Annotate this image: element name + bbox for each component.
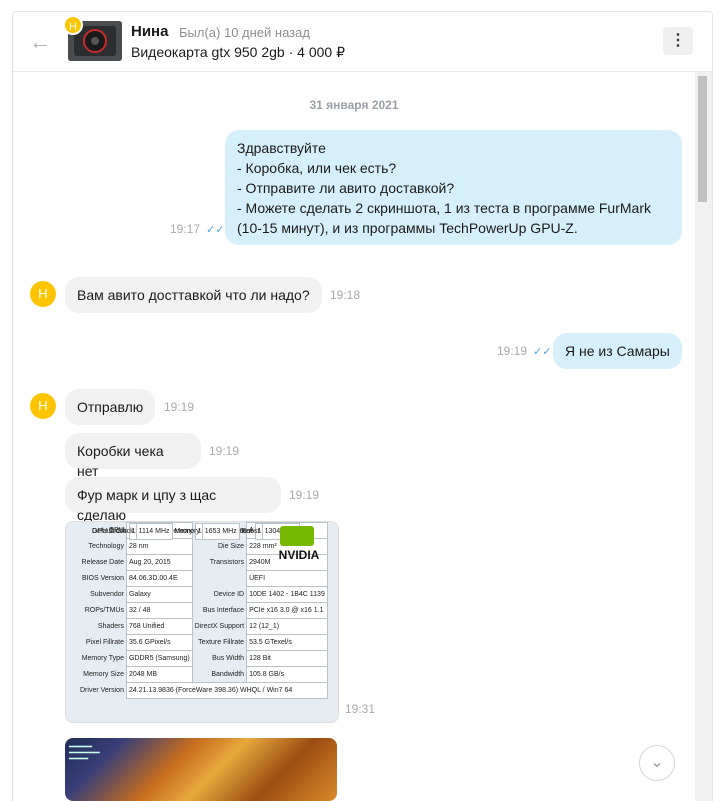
- incoming-message[interactable]: Фур марк и цпу з щас сделаю: [65, 477, 281, 523]
- chat-window: ← Н Нина Был(а) 10 дней назад Видеокарта…: [12, 11, 713, 801]
- gpuz-row: BIOS Version 84.06.3D.00.4E UEFI: [78, 570, 328, 587]
- message-list: 31 января 2021 Здравствуйте - Коробка, и…: [13, 72, 695, 801]
- seller-status: Был(а) 10 дней назад: [179, 25, 310, 40]
- gpuz-screenshot-image[interactable]: GPUGM206RevisionA1Technology28 nmDie Siz…: [65, 521, 339, 723]
- message-time: 19:19: [497, 344, 528, 358]
- gpuz-row: Driver Version 24.21.13.9836 (ForceWare 3…: [78, 682, 328, 699]
- nvidia-logo: NVIDIA: [272, 526, 326, 562]
- more-menu-button[interactable]: ⋮: [663, 27, 693, 55]
- sender-avatar[interactable]: Н: [30, 281, 56, 307]
- outgoing-message[interactable]: Здравствуйте - Коробка, или чек есть? - …: [225, 130, 682, 245]
- furmark-overlay-text: ▂▂▂▂▂▂ ▂▂▂▂▂▂▂▂ ▂▂▂▂▂: [69, 742, 100, 760]
- gpuz-clock-row: GPU Clock1114 MHzMemory1653 MHzBoost1304…: [78, 522, 327, 715]
- item-title-price[interactable]: Видеокарта gtx 950 2gb · 4 000 ₽: [131, 44, 345, 61]
- incoming-message[interactable]: Отправлю: [65, 389, 155, 425]
- message-time: 19:19: [209, 444, 240, 458]
- message-time: 19:19: [164, 400, 195, 414]
- gpuz-row: Memory Type GDDR5 (Samsung) Bus Width 128 B…: [78, 650, 328, 667]
- chat-header: ← Н Нина Был(а) 10 дней назад Видеокарта…: [13, 12, 712, 72]
- scroll-down-button[interactable]: ⌄: [639, 745, 675, 781]
- gpuz-row: Subvendor Galaxy Device ID 10DE 1402 - 1B4C…: [78, 586, 328, 603]
- sender-avatar[interactable]: Н: [30, 393, 56, 419]
- message-time: 19:17: [170, 222, 201, 236]
- outgoing-message[interactable]: Я не из Самары: [553, 333, 682, 369]
- message-time: 19:18: [330, 288, 361, 302]
- incoming-message[interactable]: Вам авито досттавкой что ли надо?: [65, 277, 322, 313]
- furmark-screenshot-image[interactable]: ▂▂▂▂▂▂ ▂▂▂▂▂▂▂▂ ▂▂▂▂▂: [65, 738, 337, 801]
- message-time: 19:19: [289, 488, 320, 502]
- scrollbar[interactable]: [695, 72, 712, 801]
- read-check-icon: ✓✓: [206, 224, 225, 236]
- gpuz-row: Memory Size 2048 MB Bandwidth 105.8 GB/s: [78, 666, 328, 683]
- seller-name[interactable]: Нина: [131, 23, 168, 40]
- message-time: 19:31: [345, 702, 376, 716]
- gpuz-row: ROPs/TMUs 32 / 48 Bus Interface PCIe x16 3.…: [78, 602, 328, 619]
- gpuz-row: Pixel Fillrate 35.6 GPixel/s Texture Fillr…: [78, 634, 328, 651]
- back-arrow-icon[interactable]: ←: [27, 29, 53, 55]
- gpuz-clock-row: Default Clock 1114 MHz Memory 1653 MHz Boost…: [78, 522, 327, 722]
- read-check-icon: ✓✓: [533, 346, 552, 358]
- incoming-message[interactable]: Коробки чека нет: [65, 433, 201, 479]
- scrollbar-thumb[interactable]: [698, 76, 707, 202]
- seller-avatar-badge: Н: [63, 15, 83, 35]
- gpuz-row: Shaders 768 Unified DirectX Support 12 (12_…: [78, 618, 328, 635]
- date-separator: 31 января 2021: [309, 98, 399, 112]
